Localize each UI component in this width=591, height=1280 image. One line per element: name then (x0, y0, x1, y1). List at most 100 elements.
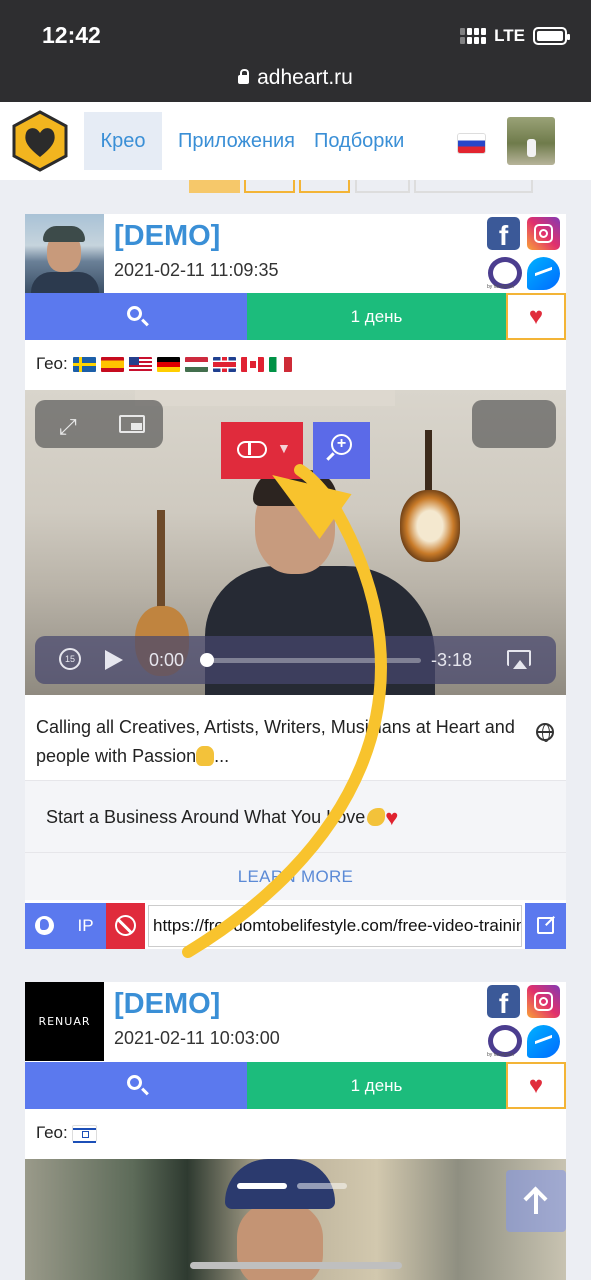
carousel-indicator[interactable] (237, 1183, 347, 1189)
ad-title[interactable]: [DEMO] (114, 220, 220, 253)
days-active-badge: 1 день (247, 1062, 506, 1109)
flag-hu-icon (184, 356, 208, 372)
ad-card: RENUAR [DEMO] 2021-02-11 10:03:00 f by f… (25, 982, 566, 1280)
headline-box: Start a Business Around What You Love ♥ (25, 780, 566, 852)
site-header: Крео Приложения Подборки (0, 102, 591, 180)
favorite-button[interactable]: ♥ (506, 293, 566, 340)
address-bar[interactable]: adheart.ru (0, 66, 591, 90)
platform-icons: f by facebook (487, 217, 563, 293)
flag-ca-icon (240, 356, 264, 372)
action-bar: 1 день ♥ (25, 293, 566, 340)
download-button[interactable]: ▼ (221, 422, 303, 479)
filter-chip[interactable] (189, 180, 240, 193)
language-flag-ru-icon[interactable] (458, 134, 485, 153)
filter-chip[interactable] (414, 180, 533, 193)
flexed-biceps-emoji-icon (367, 808, 386, 826)
flag-de-icon (156, 356, 180, 372)
fullscreen-icon[interactable]: ⤢ (59, 414, 77, 440)
filter-chip[interactable] (244, 180, 295, 193)
description-line-2: people with Passion (36, 746, 197, 766)
instagram-icon (527, 217, 560, 250)
days-active-badge: 1 день (247, 293, 506, 340)
video-remaining-time: -3:18 (431, 650, 473, 670)
ad-card: [DEMO] 2021-02-11 11:09:35 f by facebook… (25, 214, 566, 949)
advertiser-avatar[interactable] (25, 214, 104, 293)
filter-chip[interactable] (355, 180, 410, 193)
adheart-logo-icon[interactable] (12, 110, 68, 172)
action-bar: 1 день ♥ (25, 1062, 566, 1109)
red-heart-emoji-icon: ♥ (385, 805, 399, 830)
nav-tab-apps[interactable]: Приложения (178, 112, 295, 170)
platform-icons: f by facebook (487, 985, 563, 1061)
zoom-in-icon: + (331, 434, 352, 455)
description-ellipsis: ... (214, 746, 230, 766)
picture-in-picture-icon[interactable] (119, 415, 145, 433)
search-similar-button[interactable] (25, 293, 247, 340)
search-icon (127, 1075, 142, 1090)
volume-button[interactable]: 🔊︎ (472, 400, 556, 448)
geo-label: Гео: (36, 1123, 68, 1142)
chevron-down-icon: ▼ (277, 440, 291, 456)
heart-icon: ♥ (528, 303, 544, 330)
video-progress-bar[interactable] (211, 658, 421, 663)
flag-us-icon (128, 356, 152, 372)
advertiser-logo[interactable]: RENUAR (25, 982, 104, 1061)
search-similar-button[interactable] (25, 1062, 247, 1109)
link-bar: IP https://freedomtobelifestyle.com/free… (25, 903, 566, 949)
heart-icon: ♥ (528, 1072, 544, 1099)
facebook-icon: f (487, 217, 520, 251)
url-text: adheart.ru (257, 66, 353, 89)
geo-row: Гео: (36, 354, 292, 374)
instagram-icon (527, 985, 560, 1018)
ad-date: 2021-02-11 11:09:35 (114, 260, 279, 280)
signal-icon (460, 28, 487, 44)
ad-video[interactable]: ⤢ 🔊︎ ▼ + 15 0:00 -3:18 (25, 390, 566, 695)
nav-tab-collections[interactable]: Подборки (314, 112, 404, 170)
filter-chip[interactable] (299, 180, 350, 193)
block-button[interactable] (106, 903, 145, 949)
video-current-time: 0:00 (149, 650, 185, 670)
ip-button[interactable]: IP (65, 903, 106, 949)
flag-it-icon (268, 356, 292, 372)
messenger-icon (527, 257, 560, 290)
landing-url-field[interactable]: https://freedomtobelifestyle.com/free-vi… (148, 905, 522, 947)
favorite-button[interactable]: ♥ (506, 1062, 566, 1109)
globe-icon (35, 916, 54, 935)
flag-es-icon (100, 356, 124, 372)
video-scrubber[interactable] (200, 653, 214, 667)
home-indicator (190, 1262, 402, 1269)
open-link-button[interactable] (525, 903, 566, 949)
skip-back-icon[interactable]: 15 (59, 648, 81, 670)
user-avatar[interactable] (507, 117, 555, 165)
cta-button[interactable]: LEARN MORE (25, 852, 566, 900)
nav-tab-creo[interactable]: Крео (84, 112, 162, 170)
battery-icon (533, 27, 570, 45)
geo-label: Гео: (36, 354, 68, 373)
video-top-controls: ⤢ (35, 400, 163, 448)
geo-lookup-button[interactable] (25, 903, 65, 949)
audience-network-icon: by facebook (487, 257, 522, 290)
scroll-to-top-button[interactable] (506, 1170, 566, 1232)
filter-strip (0, 180, 591, 194)
status-bar: 12:42 LTE adheart.ru (0, 0, 591, 102)
play-icon[interactable] (105, 650, 123, 670)
flag-se-icon (72, 356, 96, 372)
status-time: 12:42 (42, 22, 101, 48)
zoom-button[interactable]: + (313, 422, 370, 479)
ad-headline: Start a Business Around What You Love (46, 807, 366, 827)
facebook-icon: f (487, 985, 520, 1019)
ad-date: 2021-02-11 10:03:00 (114, 1028, 280, 1048)
ad-title[interactable]: [DEMO] (114, 988, 220, 1021)
audience-network-icon: by facebook (487, 1025, 522, 1058)
ad-description: Calling all Creatives, Artists, Writers,… (36, 713, 556, 771)
flag-gb-icon (212, 356, 236, 372)
messenger-icon (527, 1025, 560, 1058)
network-label: LTE (494, 26, 525, 45)
block-icon (115, 915, 136, 936)
description-line-1: Calling all Creatives, Artists, Writers,… (36, 717, 515, 737)
status-indicators: LTE (460, 26, 570, 46)
cloud-download-icon (237, 441, 267, 458)
lock-icon (238, 69, 250, 84)
airplay-icon[interactable] (507, 650, 531, 669)
language-globe-icon[interactable] (536, 723, 554, 742)
